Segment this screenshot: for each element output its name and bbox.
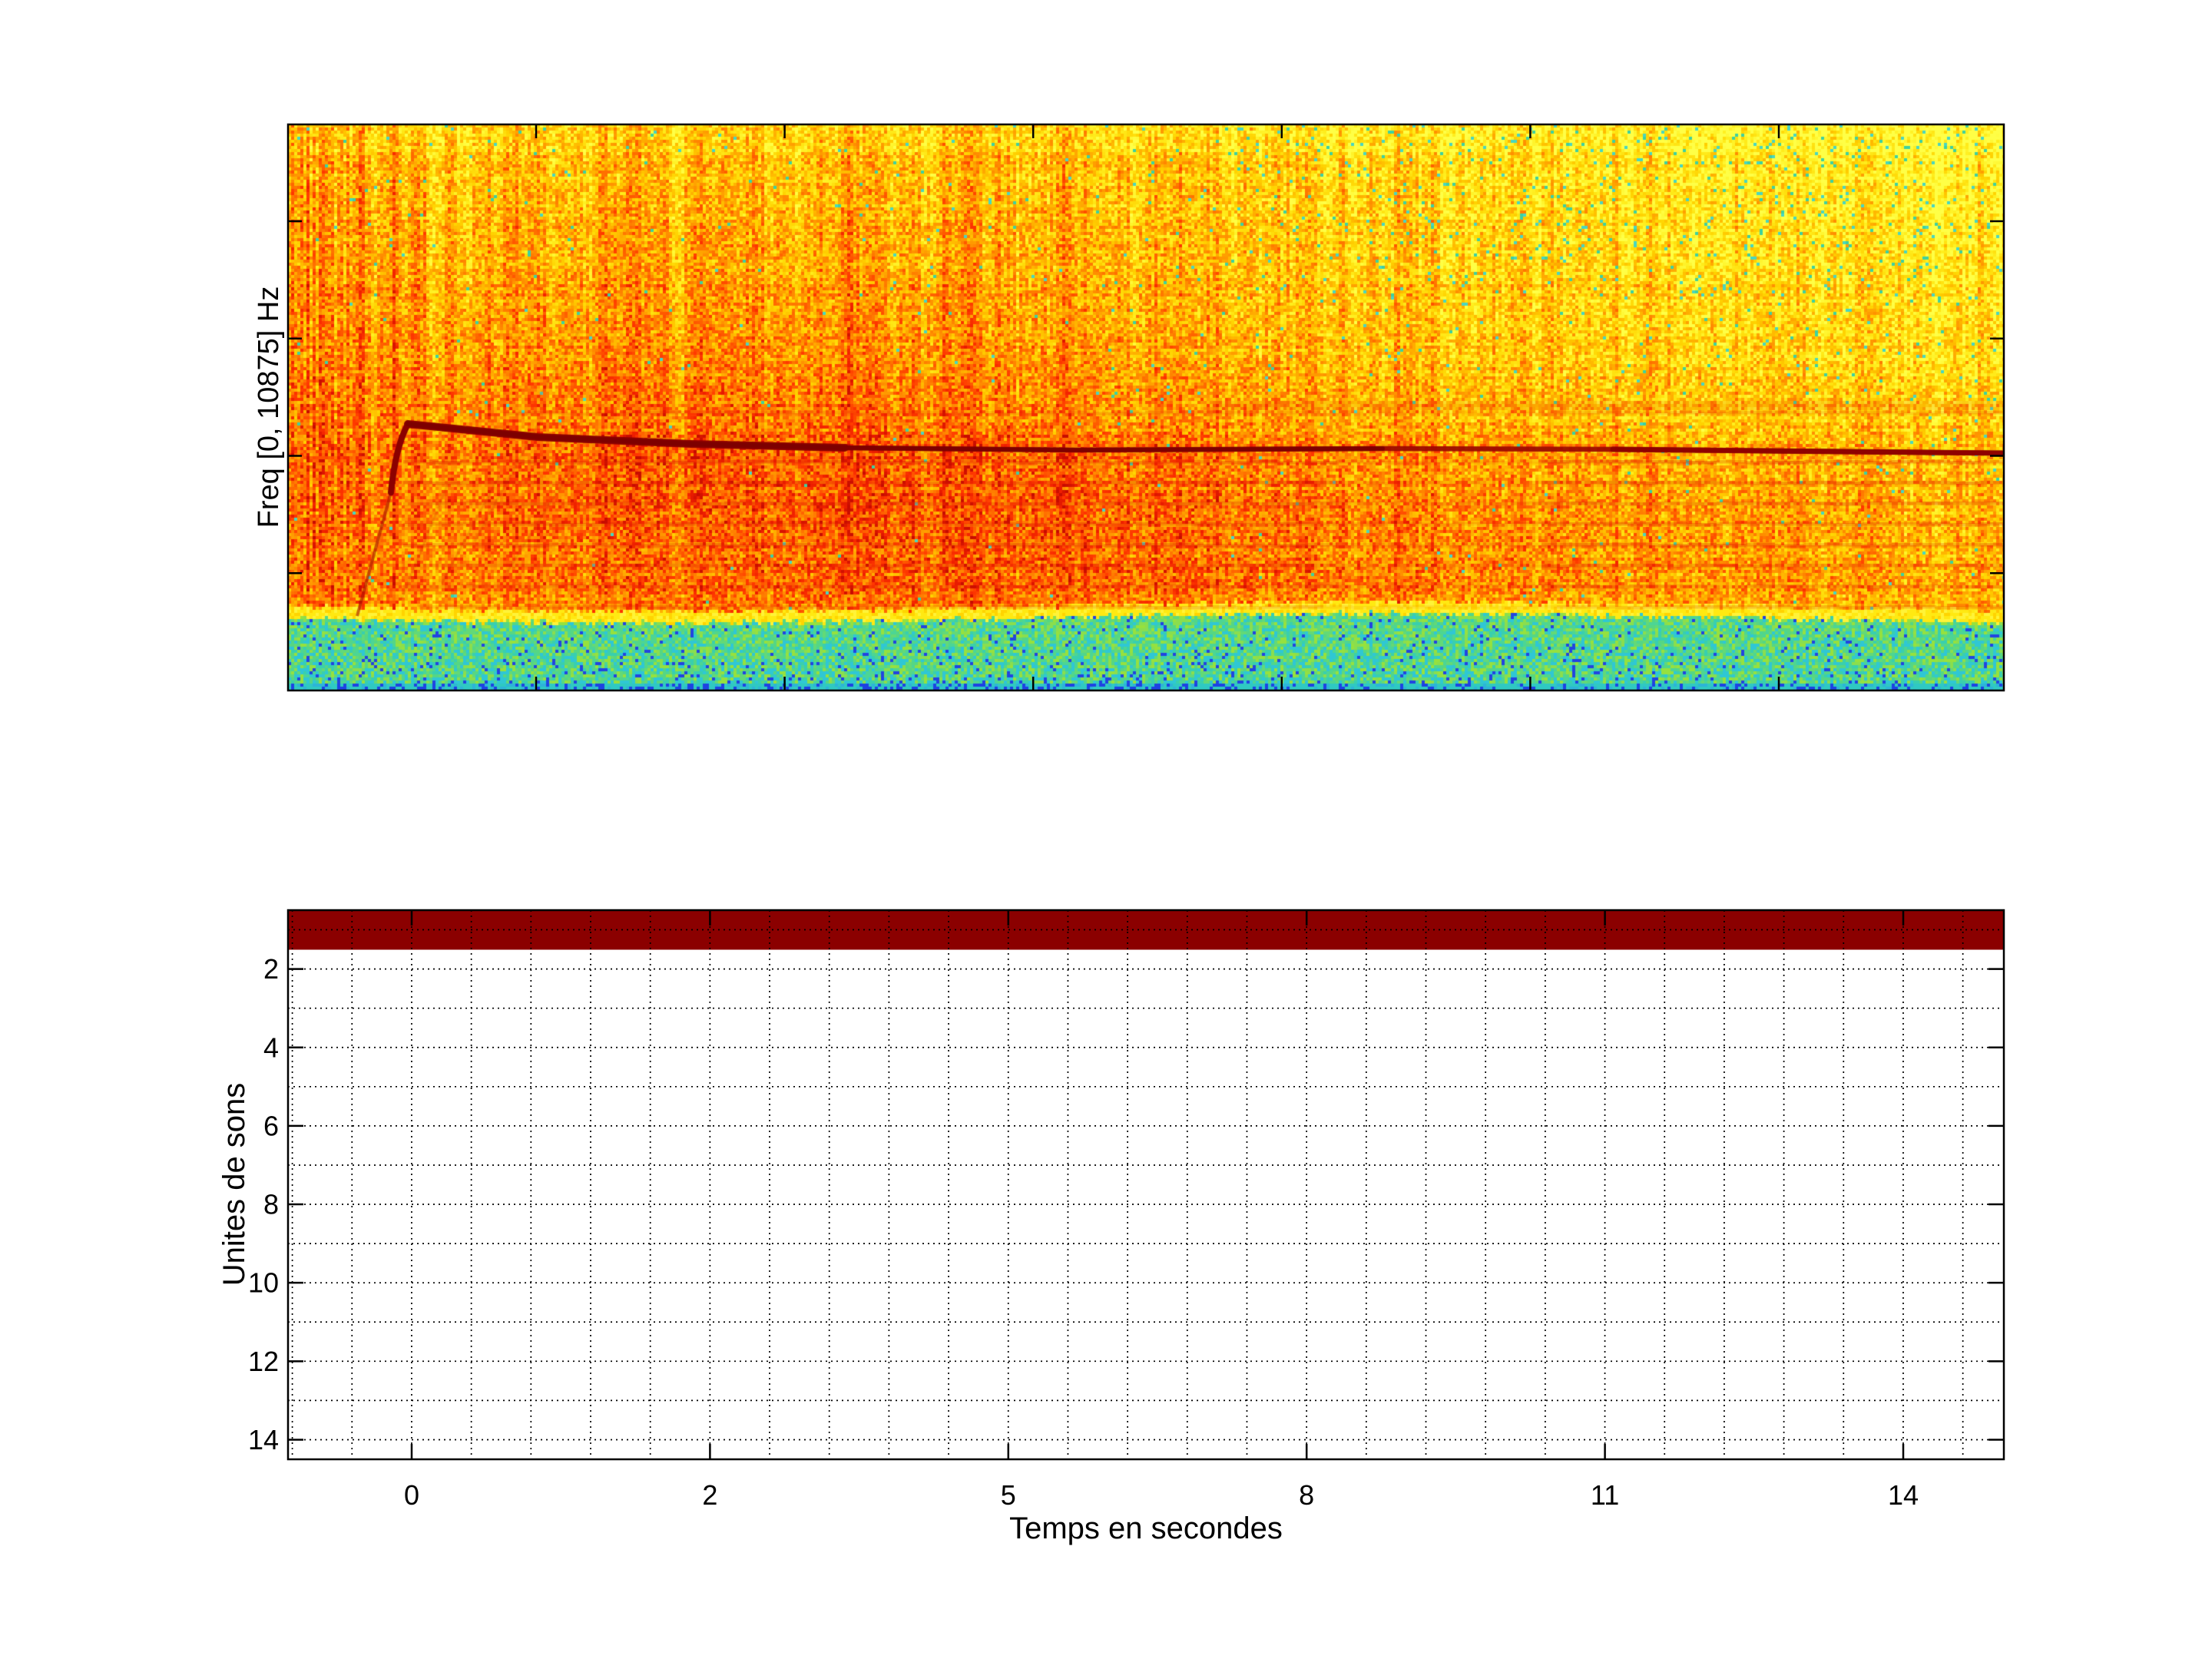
y-tick-label: 2 bbox=[263, 953, 279, 985]
x-tick-label: 11 bbox=[1591, 1479, 1619, 1511]
time-axis-label: Temps en secondes bbox=[1009, 1512, 1283, 1545]
y-tick-label: 4 bbox=[263, 1031, 279, 1063]
y-tick-label: 12 bbox=[248, 1346, 279, 1377]
x-tick-label: 0 bbox=[404, 1479, 419, 1511]
x-tick-label: 8 bbox=[1299, 1479, 1314, 1511]
y-tick-label: 6 bbox=[263, 1110, 279, 1141]
x-tick-label: 14 bbox=[1888, 1479, 1919, 1511]
spectrogram-border bbox=[288, 124, 2004, 690]
figure-canvas: Freq [0, 10875] Hz Unites de sons Temps … bbox=[0, 0, 2212, 1659]
y-tick-label: 8 bbox=[263, 1189, 279, 1220]
sound-units-plot-area bbox=[288, 910, 2004, 1459]
y-tick-label: 10 bbox=[248, 1267, 279, 1299]
y-tick-label: 14 bbox=[248, 1424, 279, 1455]
freq-axis-label: Freq [0, 10875] Hz bbox=[253, 286, 285, 528]
sound-units-axis-label: Unites de sons bbox=[217, 1083, 251, 1286]
x-tick-label: 2 bbox=[702, 1479, 717, 1511]
x-tick-label: 5 bbox=[1001, 1479, 1016, 1511]
axes-overlay: Freq [0, 10875] Hz Unites de sons Temps … bbox=[0, 0, 2212, 1659]
